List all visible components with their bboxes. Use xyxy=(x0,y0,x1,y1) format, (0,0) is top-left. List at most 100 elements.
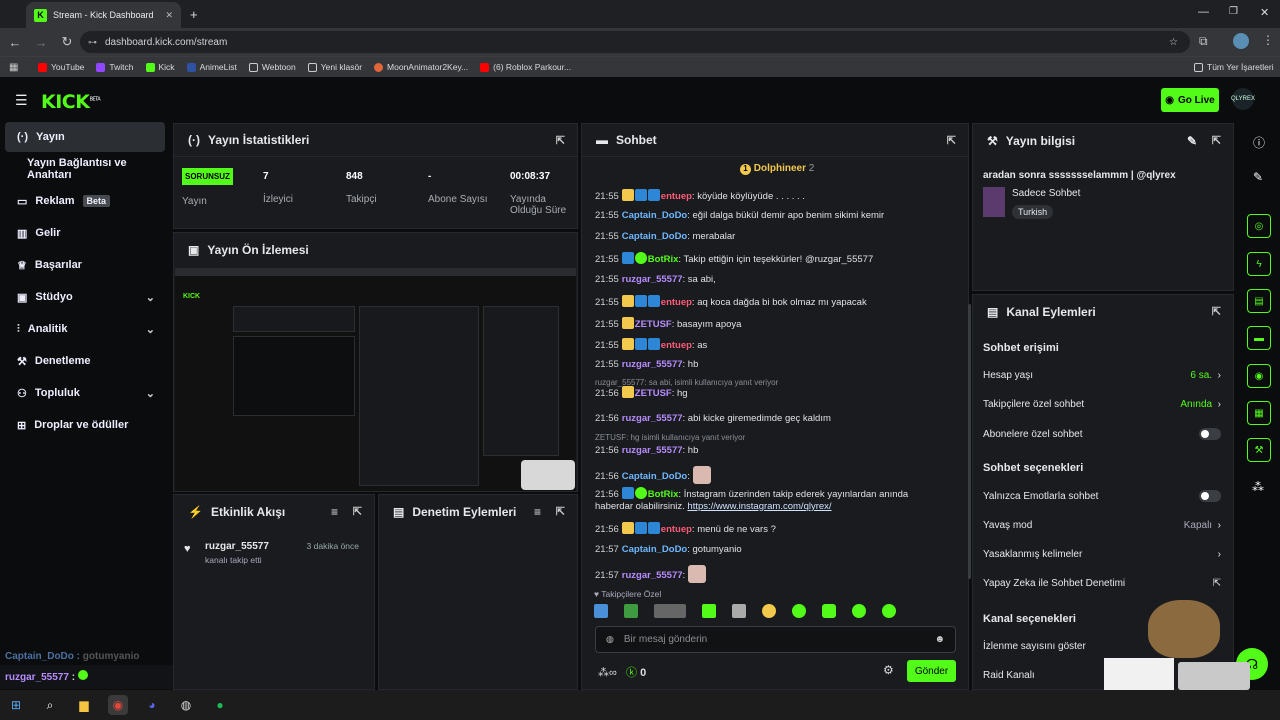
message-user[interactable]: ruzgar_55577 xyxy=(622,445,683,456)
reload-icon[interactable]: ↻ xyxy=(54,34,80,50)
url-field[interactable]: ⊶ dashboard.kick.com/stream ☆ xyxy=(80,31,1190,53)
preview-video[interactable]: KICK xyxy=(175,268,576,491)
message-user[interactable]: entuep xyxy=(661,191,692,202)
emote-icon[interactable] xyxy=(852,604,866,618)
apps-grid-icon[interactable]: ▦ xyxy=(9,62,18,73)
message-user[interactable]: ruzgar_55577 xyxy=(622,359,683,370)
chat-message[interactable]: 21:55 ZETUSF: basayım apoya xyxy=(595,317,741,330)
message-user[interactable]: ruzgar_55577 xyxy=(622,413,683,424)
popout-icon[interactable]: ⇱ xyxy=(353,505,362,518)
pinned-gift-leader[interactable]: 1 Dolphineer 2 xyxy=(740,163,814,175)
account-age-row[interactable]: Hesap yaşı 6 sa. › xyxy=(983,370,1221,381)
extensions-icon[interactable]: ⧉ xyxy=(1199,34,1208,49)
chat-message[interactable]: 21:57 ruzgar_55577: xyxy=(595,565,707,583)
kick-logo[interactable]: KICKBETA xyxy=(41,91,101,113)
profile-icon[interactable] xyxy=(1233,33,1249,49)
chat-message[interactable]: 21:56 ruzgar_55577: hb xyxy=(595,445,698,456)
bookmark-webtoon[interactable]: Webtoon xyxy=(248,62,296,72)
bookmark-new-folder[interactable]: Yeni klasör xyxy=(307,62,362,72)
points-area[interactable]: ⁂∞ ⓚ 0 xyxy=(598,664,646,680)
chat-message[interactable]: 21:55 ruzgar_55577: hb xyxy=(595,359,698,370)
chat-message[interactable]: 21:55 ruzgar_55577: sa abi, xyxy=(595,274,716,285)
message-user[interactable]: Captain_DoDo xyxy=(622,231,687,242)
popout-icon[interactable]: ⇱ xyxy=(947,134,956,147)
site-info-icon[interactable]: ⊶ xyxy=(88,37,97,48)
bookmark-roblox[interactable]: (6) Roblox Parkour... xyxy=(480,62,571,72)
sidebar-item-community[interactable]: ⚇ Topluluk ⌄ xyxy=(5,378,165,408)
lightning-icon[interactable]: ϟ xyxy=(1247,252,1271,276)
message-user[interactable]: ruzgar_55577 xyxy=(622,570,683,581)
broadcast-icon[interactable]: ◉ xyxy=(1247,364,1271,388)
sidebar-item-moderation[interactable]: ⚒ Denetleme xyxy=(5,346,165,376)
go-live-button[interactable]: ◉ Go Live xyxy=(1161,88,1219,112)
bookmark-kick[interactable]: Kick xyxy=(145,62,175,72)
new-tab-button[interactable]: + xyxy=(190,7,198,22)
chat-message[interactable]: 21:55 Captain_DoDo: eğil dalga bükül demi… xyxy=(595,210,884,221)
sidebar-item-achievements[interactable]: ♕ Başarılar xyxy=(5,250,165,280)
clipboard-icon[interactable]: ▤ xyxy=(1247,289,1271,313)
chat-scrollbar[interactable] xyxy=(968,304,971,579)
message-link[interactable]: https://www.instagram.com/qlyrex/ xyxy=(687,501,831,512)
layout-icon[interactable]: ▦ xyxy=(1247,401,1271,425)
chat-message[interactable]: 21:57 Captain_DoDo: gotumyanio xyxy=(595,544,742,555)
chat-input[interactable]: ◍ Bir mesaj gönderin ☻ xyxy=(595,626,956,653)
send-button[interactable]: Gönder xyxy=(907,660,956,682)
popout-icon[interactable]: ⇱ xyxy=(556,134,565,147)
file-explorer-icon[interactable]: ▆ xyxy=(74,695,94,715)
discord-icon[interactable]: ◕ xyxy=(142,695,162,715)
chat-message[interactable]: 21:55 BotRix: Takip ettiğin için teşekkür… xyxy=(595,252,873,265)
chat-message[interactable]: 21:56 entuep: menü de ne vars ? xyxy=(595,522,776,535)
emoji-icon[interactable]: ☻ xyxy=(934,634,945,645)
bookmark-star-icon[interactable]: ☆ xyxy=(1169,37,1178,48)
all-bookmarks[interactable]: Tüm Yer İşaretleri xyxy=(1194,62,1274,72)
message-user[interactable]: BotRix xyxy=(648,254,679,265)
popout-icon[interactable]: ⇱ xyxy=(556,505,565,518)
close-tab-icon[interactable]: ✕ xyxy=(165,10,173,21)
emote-icon[interactable] xyxy=(654,604,686,618)
menu-icon[interactable]: ⋮ xyxy=(1262,33,1274,47)
emote-icon[interactable] xyxy=(882,604,896,618)
chat-message[interactable]: 21:55 Captain_DoDo: merabalar xyxy=(595,231,735,242)
emote-icon[interactable] xyxy=(792,604,806,618)
forward-icon[interactable]: → xyxy=(28,35,54,50)
chat-message[interactable]: 21:56 ruzgar_55577: abi kicke giremedimde… xyxy=(595,413,831,424)
message-user[interactable]: ZETUSF xyxy=(635,388,672,399)
bookmark-twitch[interactable]: Twitch xyxy=(96,62,134,72)
camera-icon[interactable]: ◎ xyxy=(1247,214,1271,238)
sidebar-item-stream-key[interactable]: Yayın Bağlantısı ve Anahtarı xyxy=(5,154,173,184)
followers-chat-row[interactable]: Takipçilere özel sohbet Anında › xyxy=(983,399,1221,410)
chat-message[interactable]: 21:56 ZETUSF: hg xyxy=(595,386,688,399)
message-user[interactable]: Captain_DoDo xyxy=(622,471,687,482)
chat-icon[interactable]: ▬ xyxy=(1247,326,1271,350)
message-user[interactable]: ruzgar_55577 xyxy=(622,274,683,285)
chat-message[interactable]: 21:56 Captain_DoDo: xyxy=(595,466,712,484)
chat-message[interactable]: 21:55 entuep: aq koca dağda bi bok olmaz … xyxy=(595,295,867,308)
info-icon[interactable]: ⓘ xyxy=(1253,134,1265,151)
popout-icon[interactable]: ⇱ xyxy=(1212,305,1221,318)
message-user[interactable]: entuep xyxy=(661,340,692,351)
slow-mode-row[interactable]: Yavaş mod Kapalı › xyxy=(983,520,1221,531)
avatar[interactable]: QLYREX xyxy=(1231,88,1255,110)
bookmark-moonanimator[interactable]: MoonAnimator2Key... xyxy=(374,62,468,72)
ai-moderation-row[interactable]: Yapay Zeka ile Sohbet Denetimi ⇱ xyxy=(983,578,1221,589)
filter-icon[interactable]: ≡ xyxy=(534,505,541,519)
close-window-icon[interactable]: ✕ xyxy=(1260,6,1269,19)
windows-start-icon[interactable]: ⊞ xyxy=(6,695,26,715)
message-user[interactable]: Captain_DoDo xyxy=(622,544,687,555)
filter-icon[interactable]: ≡ xyxy=(331,505,338,519)
emote-icon[interactable] xyxy=(762,604,776,618)
emote-icon[interactable] xyxy=(702,604,716,618)
sidebar-item-drops[interactable]: ⊞ Droplar ve ödüller xyxy=(5,410,165,440)
message-user[interactable]: entuep xyxy=(661,524,692,535)
emote-icon[interactable] xyxy=(594,604,608,618)
back-icon[interactable]: ← xyxy=(2,35,28,50)
sidebar-item-analytics[interactable]: ⫶ Analitik ⌄ xyxy=(5,314,165,344)
gear-icon[interactable]: ⚙ xyxy=(883,663,894,677)
edit-pencil-icon[interactable]: ✎ xyxy=(1187,134,1197,148)
edit-pencil-icon[interactable]: ✎ xyxy=(1253,170,1263,184)
maximize-icon[interactable]: ❐ xyxy=(1229,6,1238,17)
bookmark-animelist[interactable]: AnimeList xyxy=(186,62,237,72)
users-icon[interactable]: ⁂ xyxy=(1252,480,1264,494)
message-user[interactable]: entuep xyxy=(661,297,692,308)
chat-message[interactable]: 21:55 entuep: as xyxy=(595,338,707,351)
